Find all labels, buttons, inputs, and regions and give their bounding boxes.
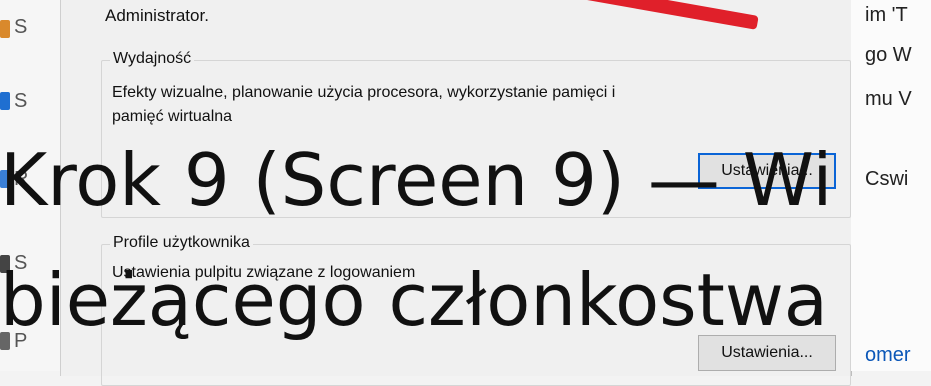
user-profiles-legend: Profile użytkownika: [110, 234, 253, 252]
performance-legend: Wydajność: [110, 50, 195, 68]
background-window-right: im 'T go W mu V Cswi omer: [851, 0, 931, 371]
annotation-arrow: [529, 0, 759, 30]
left-list-item[interactable]: S: [14, 90, 27, 113]
right-text-fragment: mu V: [865, 88, 912, 110]
right-text-fragment: Cswi: [865, 168, 909, 190]
left-list-item[interactable]: S: [14, 16, 27, 39]
admin-notice-text: Administrator.: [105, 6, 209, 25]
app-icon-blue: [0, 92, 10, 110]
right-text-fragment: go W: [865, 44, 912, 66]
performance-description-line: Efekty wizualne, planowanie użycia proce…: [112, 84, 616, 101]
right-link-fragment[interactable]: omer: [865, 344, 911, 367]
caption-line-2: bieżącego członkostwa: [0, 258, 828, 342]
performance-description: Efekty wizualne, planowanie użycia proce…: [112, 81, 615, 129]
performance-description-line: pamięć wirtualna: [112, 108, 233, 125]
right-text-fragment: im 'T: [865, 4, 908, 26]
caption-line-1: Krok 9 (Screen 9) — Wi: [0, 138, 833, 222]
app-icon-orange: [0, 20, 10, 38]
